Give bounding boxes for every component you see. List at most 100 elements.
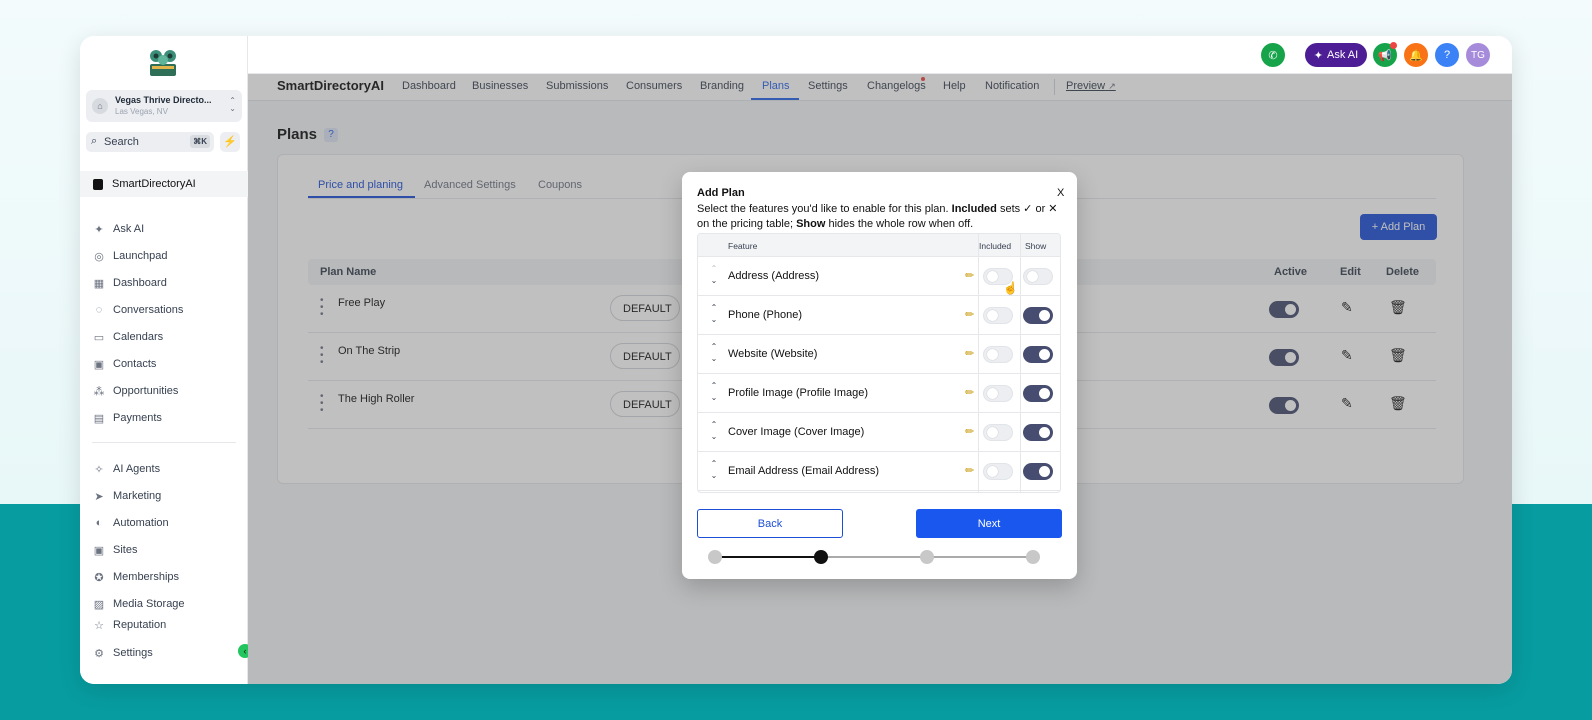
bell-icon[interactable]: 🔔 — [1404, 43, 1428, 67]
close-button[interactable]: X — [1057, 187, 1064, 199]
chevron-updown-icon: ⌃ ⌄ — [229, 96, 236, 113]
pencil-icon[interactable]: ✏ — [965, 347, 974, 360]
sidebar-item-label: Ask AI — [113, 223, 145, 235]
feature-name: Profile Image (Profile Image) — [728, 387, 868, 399]
sidebar: ⌂ Vegas Thrive Directo... Las Vegas, NV … — [80, 36, 248, 684]
show-toggle[interactable] — [1023, 424, 1053, 441]
sidebar-item-settings[interactable]: ⚙ Settings — [80, 640, 248, 666]
sidebar-item-marketing[interactable]: ➤ Marketing — [80, 483, 248, 509]
sidebar-item-opportunities[interactable]: ⁂ Opportunities — [80, 378, 248, 404]
sidebar-item-automation[interactable]: ◐ Automation — [80, 510, 248, 536]
feature-row: ⌃ ⌄ Cover Image (Cover Image) ✏ — [698, 413, 1060, 452]
reorder-arrows-icon[interactable]: ⌃ ⌄ — [708, 380, 720, 404]
sidebar-item-label: Payments — [113, 412, 162, 424]
sidebar-item-label: Media Storage — [113, 598, 185, 610]
sidebar-item-label: Opportunities — [113, 385, 179, 397]
location-avatar-icon: ⌂ — [92, 98, 108, 114]
help-button[interactable]: ? — [1435, 43, 1459, 67]
search-button[interactable]: ⌕ Search ⌘K — [86, 132, 214, 152]
pencil-icon[interactable]: ✏ — [965, 308, 974, 321]
sidebar-item-label: Dashboard — [113, 277, 167, 289]
hand-cursor-icon: ☝ — [1003, 281, 1018, 295]
pencil-icon[interactable]: ✏ — [965, 464, 974, 477]
search-shortcut: ⌘K — [190, 135, 210, 148]
phone-icon[interactable]: ✆ — [1261, 43, 1285, 67]
location-name: Vegas Thrive Directo... — [115, 95, 212, 105]
contact-card-icon: ▣ — [93, 358, 105, 371]
reorder-arrows-icon[interactable]: ⌃ ⌄ — [708, 263, 720, 287]
calendar-icon: ▭ — [93, 331, 105, 344]
ask-ai-label: Ask AI — [1327, 49, 1359, 61]
app-logo-icon — [144, 46, 182, 80]
sidebar-item-label: Sites — [113, 544, 138, 556]
show-toggle[interactable] — [1023, 346, 1053, 363]
sidebar-workspace[interactable]: SmartDirectoryAI — [80, 171, 248, 197]
sidebar-item-label: Automation — [113, 517, 169, 529]
receipt-icon: ▤ — [93, 412, 105, 425]
avatar[interactable]: TG — [1466, 43, 1490, 67]
sidebar-item-ask-ai[interactable]: ✦ Ask AI — [80, 216, 248, 242]
sidebar-item-sites[interactable]: ▣ Sites — [80, 537, 248, 563]
avatar-initials: TG — [1471, 49, 1485, 61]
step-dot-2-current — [814, 550, 828, 564]
ask-ai-button[interactable]: ✦ Ask AI — [1305, 43, 1367, 67]
feature-row: ⌃ ⌄ Website (Website) ✏ — [698, 335, 1060, 374]
included-toggle[interactable] — [983, 463, 1013, 480]
sidebar-item-dashboard[interactable]: ▦ Dashboard — [80, 270, 248, 296]
next-button[interactable]: Next — [916, 509, 1062, 538]
quick-action-bolt-icon[interactable]: ⚡ — [220, 132, 240, 152]
reorder-arrows-icon[interactable]: ⌃ ⌄ — [708, 341, 720, 365]
sidebar-item-memberships[interactable]: ✪ Memberships — [80, 564, 248, 590]
award-icon: ✪ — [94, 571, 104, 584]
image-icon: ▨ — [93, 598, 105, 611]
pencil-icon[interactable]: ✏ — [965, 269, 974, 282]
col-show: Show — [1025, 241, 1047, 251]
pencil-icon[interactable]: ✏ — [965, 386, 974, 399]
reorder-arrows-icon[interactable]: ⌃ ⌄ — [708, 458, 720, 482]
automation-icon: ◐ — [95, 517, 103, 529]
search-label: Search — [104, 136, 139, 148]
feature-name: Website (Website) — [728, 348, 818, 360]
help-label: ? — [1443, 49, 1451, 61]
sidebar-item-reputation[interactable]: ☆ Reputation — [80, 618, 248, 632]
desc-bold-included: Included — [951, 203, 997, 215]
included-toggle[interactable] — [983, 307, 1013, 324]
modal-description: Select the features you'd like to enable… — [697, 202, 1067, 232]
back-button[interactable]: Back — [697, 509, 843, 538]
location-switcher[interactable]: ⌂ Vegas Thrive Directo... Las Vegas, NV … — [86, 90, 242, 122]
notification-dot — [1390, 42, 1397, 49]
sidebar-item-conversations[interactable]: ◌ Conversations — [80, 297, 248, 323]
send-icon: ➤ — [94, 490, 104, 503]
sidebar-item-contacts[interactable]: ▣ Contacts — [80, 351, 248, 377]
feature-row: ⌃ ⌄ Profile Image (Profile Image) ✏ — [698, 374, 1060, 413]
pencil-icon[interactable]: ✏ — [965, 425, 974, 438]
features-table: Feature Included Show ⌃ ⌄ Address (Addres… — [697, 233, 1061, 493]
sidebar-item-label: Contacts — [113, 358, 157, 370]
show-toggle[interactable] — [1023, 385, 1053, 402]
reorder-arrows-icon[interactable]: ⌃ ⌄ — [708, 419, 720, 443]
sites-icon: ▣ — [93, 544, 105, 557]
feature-name: Phone (Phone) — [728, 309, 802, 321]
modal-title: Add Plan — [697, 187, 745, 199]
sparkle-icon: ✦ — [94, 223, 104, 236]
sidebar-item-media-storage[interactable]: ▨ Media Storage — [80, 591, 248, 617]
desc-part: hides the whole row when off. — [825, 218, 974, 230]
show-toggle[interactable] — [1023, 268, 1053, 285]
step-dot-4 — [1026, 550, 1040, 564]
star-icon: ☆ — [94, 620, 104, 632]
included-toggle[interactable] — [983, 346, 1013, 363]
sidebar-item-label: Conversations — [113, 304, 184, 316]
sidebar-item-label: Launchpad — [113, 250, 168, 262]
reorder-arrows-icon[interactable]: ⌃ ⌄ — [708, 302, 720, 326]
show-toggle[interactable] — [1023, 307, 1053, 324]
included-toggle[interactable] — [983, 424, 1013, 441]
sidebar-item-label: Settings — [113, 647, 153, 659]
sidebar-item-ai-agents[interactable]: ✧ AI Agents — [80, 456, 248, 482]
ai-agent-icon: ✧ — [94, 463, 104, 476]
sidebar-item-launchpad[interactable]: ◎ Launchpad — [80, 243, 248, 269]
show-toggle[interactable] — [1023, 463, 1053, 480]
sidebar-item-calendars[interactable]: ▭ Calendars — [80, 324, 248, 350]
rocket-icon: ◎ — [94, 250, 104, 263]
included-toggle[interactable] — [983, 385, 1013, 402]
sidebar-item-payments[interactable]: ▤ Payments — [80, 405, 248, 431]
